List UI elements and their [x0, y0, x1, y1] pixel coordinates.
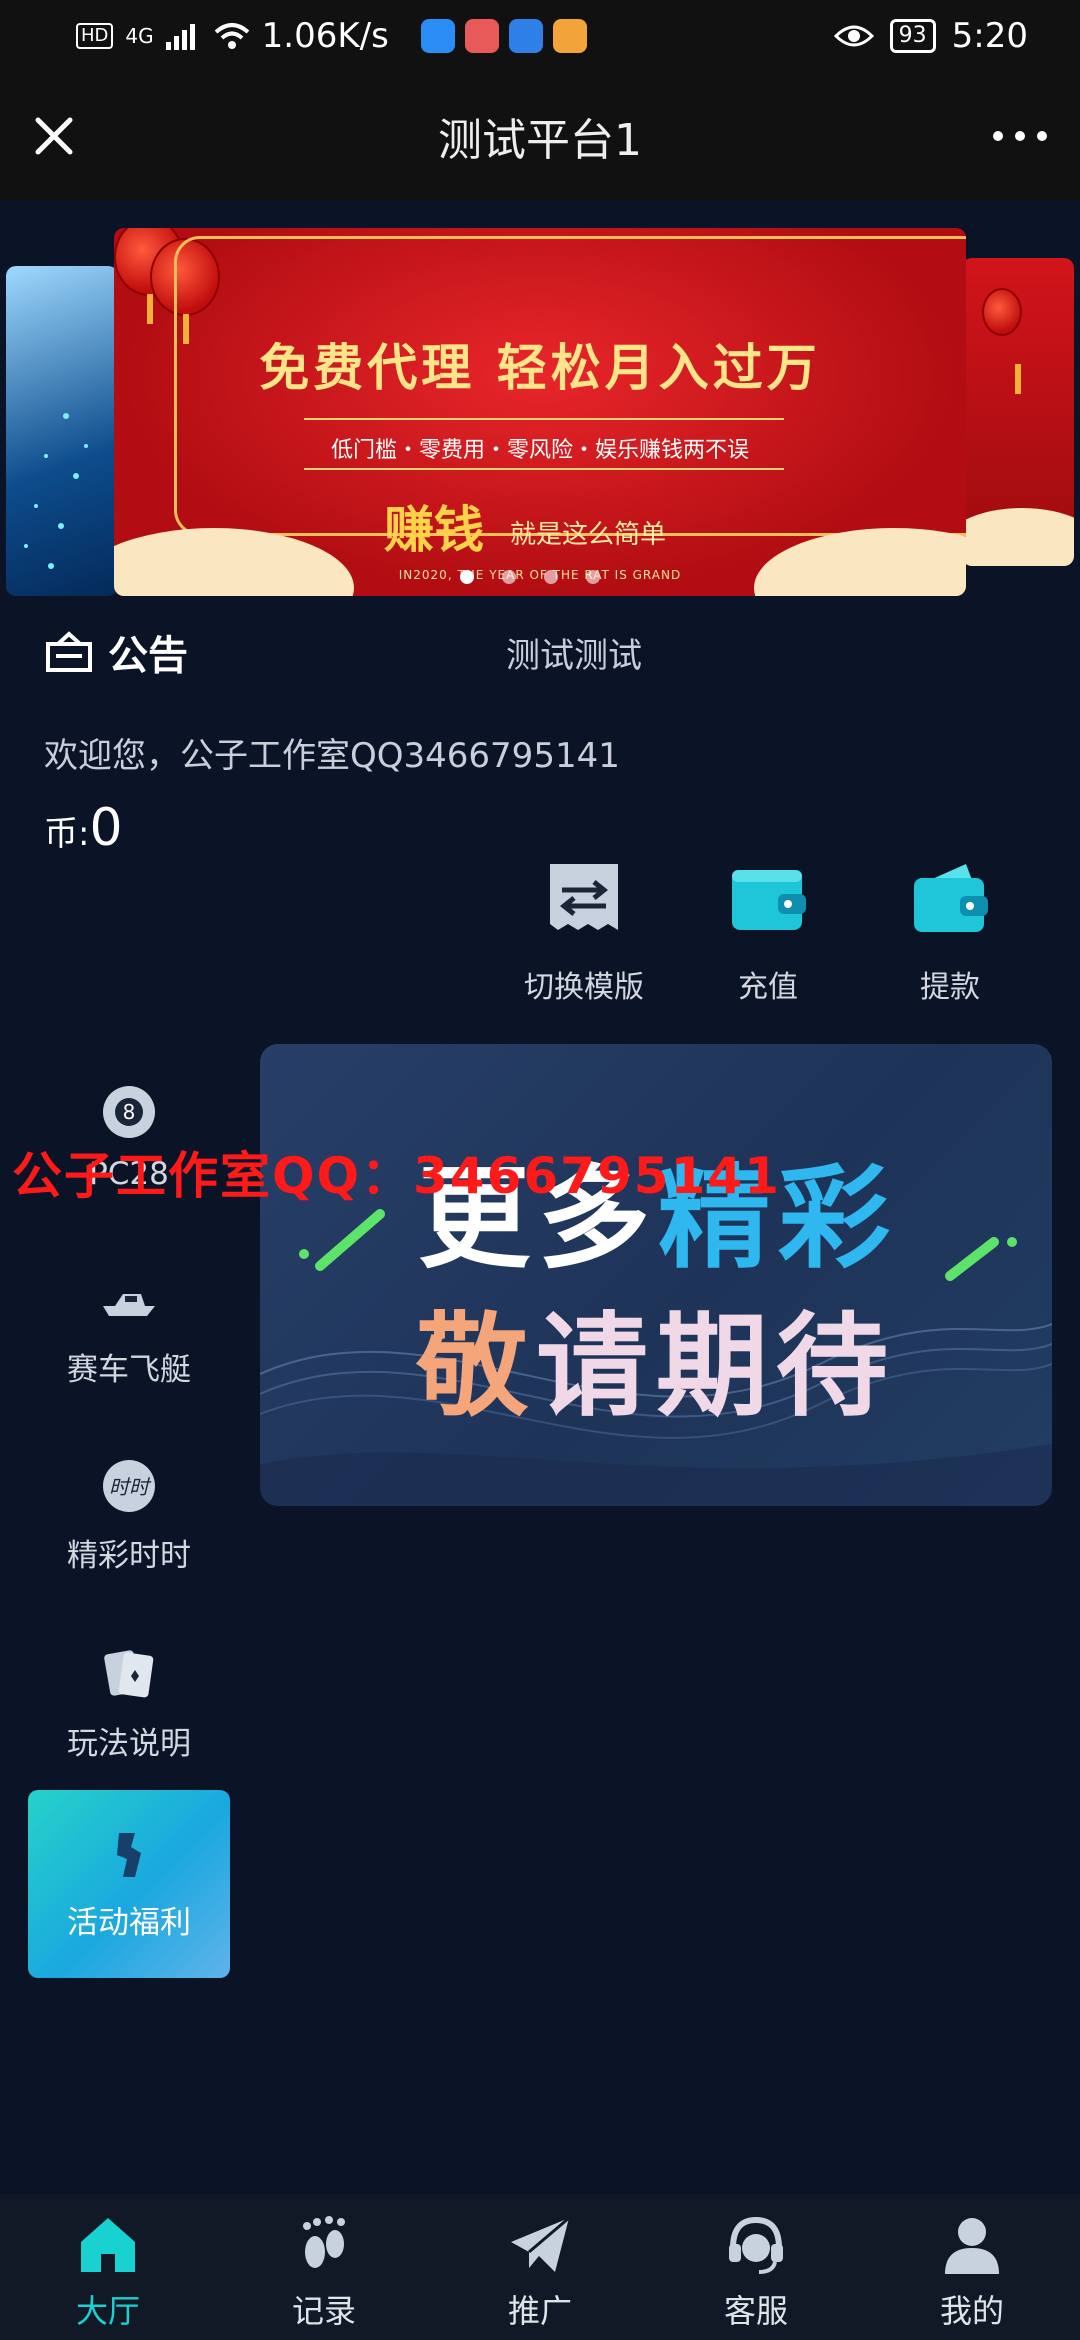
banner-divider [304, 468, 784, 470]
huawei-app-icon [464, 19, 499, 53]
action-label: 提款 [920, 970, 980, 1005]
user-icon [945, 2218, 999, 2274]
action-label: 切换模版 [524, 970, 644, 1005]
qq-app-icon [508, 19, 543, 53]
banner-carousel[interactable]: 免费代理 轻松月入过万 低门槛・零费用・零风险・娱乐赚钱两不误 赚钱 就是这么简… [0, 200, 1080, 610]
clock: 5:20 [951, 16, 1028, 56]
notice-bar[interactable]: 公告 测试测试 [44, 622, 1044, 682]
notice-icon [46, 631, 92, 672]
status-bar: HD 4G 1.06K/s 93 5:20 [0, 0, 1080, 72]
switch-icon [550, 864, 618, 930]
tab-label: 我的 [939, 2292, 1004, 2330]
tab-mine[interactable]: 我的 [864, 2194, 1080, 2340]
cloud-decoration [754, 528, 966, 596]
boat-icon [103, 1294, 155, 1316]
banner-slide-next[interactable] [962, 258, 1074, 566]
footprint-icon [303, 2216, 345, 2268]
recharge-button[interactable]: 充值 [698, 860, 838, 1006]
shishi-icon: 时时 [103, 1460, 155, 1512]
tab-label: 客服 [723, 2292, 788, 2330]
cloud-decoration [114, 528, 354, 596]
carousel-dots [460, 570, 600, 584]
banner-slide-prev[interactable] [6, 266, 118, 596]
tab-label: 记录 [291, 2292, 356, 2330]
side-item-activity[interactable]: 活动福利 [28, 1790, 230, 1978]
carousel-dot[interactable] [502, 570, 516, 584]
tab-hall[interactable]: 大厅 [0, 2194, 216, 2340]
withdraw-icon [914, 864, 988, 932]
balance-value: 0 [89, 798, 123, 858]
bottom-tab-bar: 大厅 记录 推广 客服 我的 [0, 2194, 1080, 2340]
eye-icon [833, 25, 874, 47]
balance: 币: 0 [44, 798, 123, 858]
tab-service[interactable]: 客服 [648, 2194, 864, 2340]
carousel-dot[interactable] [544, 570, 558, 584]
cards-icon [104, 1650, 154, 1698]
side-item-label: 精彩时时 [67, 1538, 191, 1574]
action-label: 充值 [738, 970, 798, 1005]
watermark-text: 公子工作室QQ：3466795141 [12, 1147, 781, 1205]
tab-records[interactable]: 记录 [216, 2194, 432, 2340]
side-item-shishi[interactable]: 时时 精彩时时 [28, 1458, 230, 1575]
headset-icon [729, 2216, 783, 2274]
switch-template-button[interactable]: 切换模版 [514, 860, 654, 1006]
tab-label: 大厅 [75, 2292, 140, 2330]
network-type: 4G [125, 24, 154, 48]
more-icon[interactable] [990, 124, 1050, 148]
gift-icon [117, 1832, 141, 1877]
home-icon [81, 2218, 135, 2272]
side-item-racing[interactable]: 赛车飞艇 [28, 1272, 230, 1389]
wifi-icon [214, 23, 249, 49]
nav-bar: 测试平台1 [0, 72, 1080, 200]
promo-card[interactable]: 更多精彩 敬请期待 [260, 1044, 1052, 1506]
banner-slogan-small: 就是这么简单 [510, 520, 667, 550]
signal-icon [165, 24, 195, 50]
promo-line-2: 敬请期待 [416, 1302, 896, 1432]
banner-divider [304, 418, 784, 420]
balance-label: 币: [44, 814, 90, 854]
withdraw-button[interactable]: 提款 [880, 860, 1020, 1006]
carousel-dot[interactable] [460, 570, 474, 584]
side-item-label: 赛车飞艇 [67, 1352, 191, 1388]
tab-label: 推广 [507, 2292, 572, 2330]
tab-promote[interactable]: 推广 [432, 2194, 648, 2340]
side-item-label: 玩法说明 [67, 1726, 191, 1762]
svg-text:8: 8 [123, 1100, 136, 1124]
notice-label: 公告 [108, 633, 188, 679]
wallet-icon [732, 870, 806, 930]
side-item-label: 活动福利 [67, 1904, 191, 1941]
cloud-decoration [962, 508, 1074, 566]
page-title: 测试平台1 [438, 115, 642, 166]
banner-subline: 低门槛・零费用・零风险・娱乐赚钱两不误 [330, 438, 749, 463]
eight-ball-icon: 8 [103, 1086, 155, 1138]
banner-slogan: 赚钱 [384, 501, 484, 559]
notice-text: 测试测试 [506, 635, 642, 676]
carousel-dot[interactable] [586, 570, 600, 584]
battery-level: 93 [889, 19, 936, 53]
taobao-app-icon [552, 19, 587, 53]
close-icon[interactable] [30, 112, 78, 160]
svg-text:时时: 时时 [109, 1475, 152, 1499]
lantern-decoration [982, 288, 1022, 394]
hd-indicator: HD [76, 23, 114, 49]
weather-app-icon [420, 19, 455, 53]
banner-slide-current[interactable]: 免费代理 轻松月入过万 低门槛・零费用・零风险・娱乐赚钱两不误 赚钱 就是这么简… [114, 228, 966, 596]
paper-plane-icon [511, 2216, 570, 2272]
side-item-rules[interactable]: 玩法说明 [28, 1646, 230, 1763]
welcome-text: 欢迎您，公子工作室QQ3466795141 [44, 736, 620, 776]
network-speed: 1.06K/s [261, 16, 389, 56]
sparkle-decoration [24, 413, 88, 569]
banner-headline: 免费代理 轻松月入过万 [259, 339, 821, 397]
